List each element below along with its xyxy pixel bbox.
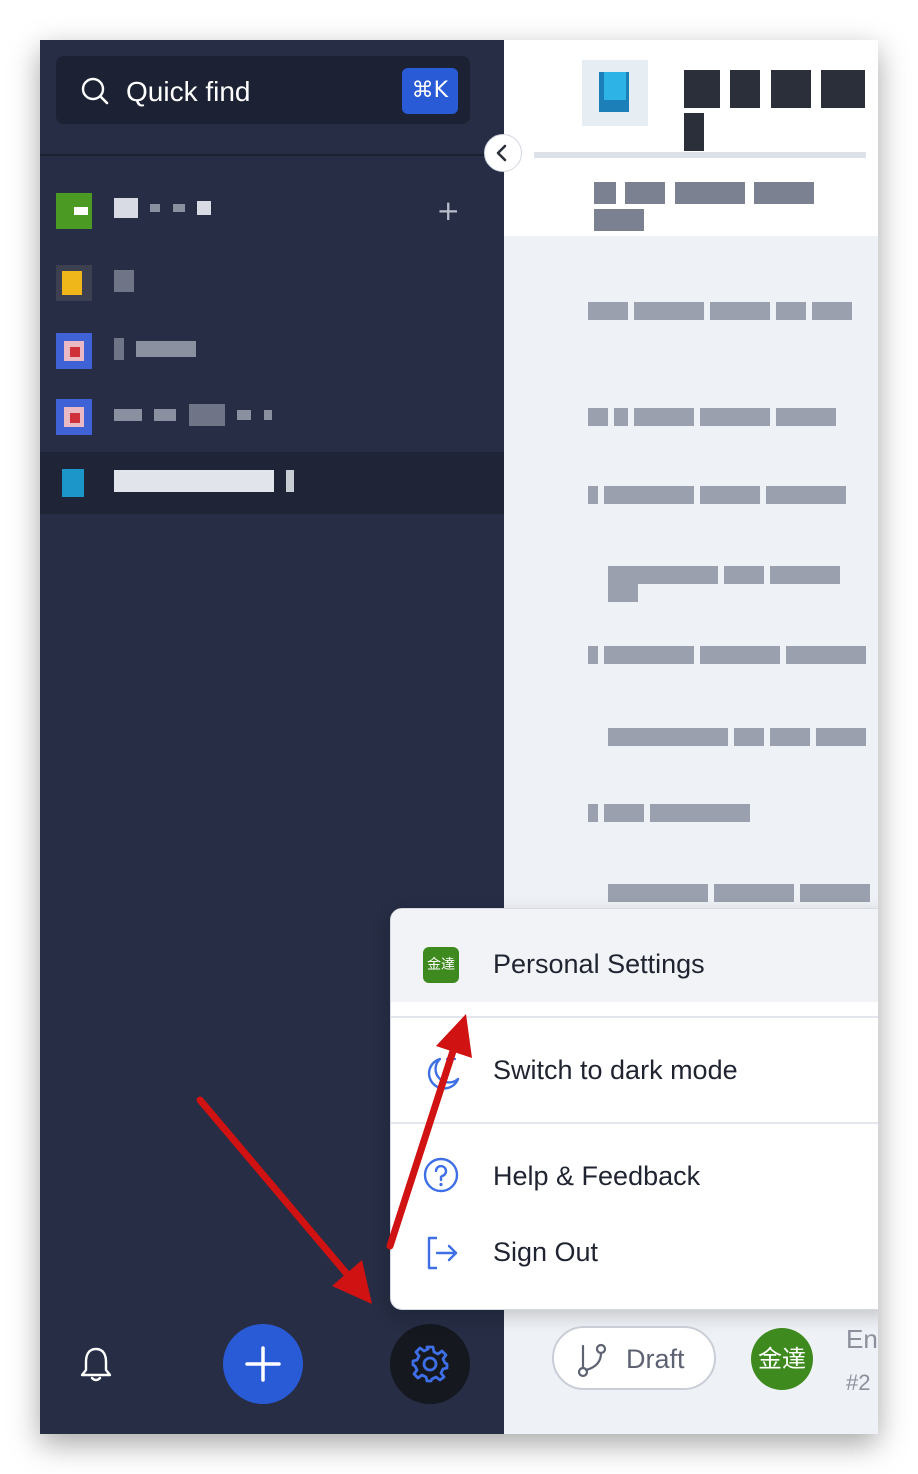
space-icon — [56, 465, 92, 501]
menu-divider — [391, 1122, 878, 1124]
question-circle-icon — [423, 1157, 459, 1193]
sidebar-item-space-2[interactable] — [40, 252, 504, 314]
app-window: Quick find ⌘K + 金達 Personal Settings Swi… — [40, 40, 878, 1434]
content-line-obscured — [608, 566, 878, 603]
content-line-obscured — [588, 804, 878, 824]
bell-icon[interactable] — [78, 1344, 114, 1384]
meta-text-line-2: #2 — [846, 1370, 871, 1395]
draft-label: Draft — [626, 1344, 685, 1374]
menu-item-personal-settings[interactable]: 金達 Personal Settings — [391, 909, 878, 1002]
quick-find-button[interactable]: Quick find ⌘K — [56, 56, 470, 124]
plus-icon[interactable]: + — [437, 197, 460, 225]
page-title-obscured — [684, 70, 878, 151]
settings-button[interactable] — [390, 1324, 470, 1404]
dark-mode-label: Switch to dark mode — [493, 1055, 738, 1085]
add-icon — [245, 1346, 281, 1382]
menu-item-dark-mode[interactable]: Switch to dark mode — [391, 1029, 878, 1125]
add-button[interactable] — [223, 1324, 303, 1404]
space-name-obscured — [114, 198, 374, 222]
gear-icon — [411, 1345, 449, 1383]
sidebar-item-space-5-active[interactable] — [40, 452, 504, 514]
sign-out-label: Sign Out — [493, 1237, 599, 1267]
page-header — [504, 40, 878, 236]
meta-text-line-1: En — [846, 1324, 878, 1354]
shortcut-badge: ⌘K — [401, 68, 458, 114]
content-line-obscured — [608, 728, 878, 748]
content-line-obscured — [608, 884, 878, 904]
menu-item-help[interactable]: Help & Feedback — [391, 1135, 878, 1211]
personal-settings-label: Personal Settings — [493, 949, 705, 979]
sidebar-item-space-4[interactable] — [40, 386, 504, 448]
space-name-obscured — [114, 404, 374, 428]
sidebar-divider — [40, 154, 504, 156]
sign-out-icon — [427, 1236, 458, 1270]
space-icon — [56, 399, 92, 435]
space-name-obscured — [114, 338, 374, 362]
menu-divider — [391, 1016, 878, 1018]
content-line-obscured — [588, 646, 878, 666]
book-icon — [582, 60, 648, 126]
menu-item-sign-out[interactable]: Sign Out — [391, 1211, 878, 1291]
quick-find-label: Quick find — [126, 76, 251, 107]
content-line-obscured — [588, 486, 878, 506]
sidebar-item-space-1[interactable]: + — [40, 180, 504, 242]
personal-avatar: 金達 — [423, 947, 459, 983]
sidebar-item-space-3[interactable] — [40, 320, 504, 382]
chevron-left-icon — [496, 144, 507, 162]
avatar[interactable]: 金達 — [751, 1328, 813, 1390]
space-name-obscured — [114, 470, 374, 494]
search-icon — [81, 77, 109, 105]
collapse-sidebar-button[interactable] — [484, 134, 522, 172]
space-icon — [56, 193, 92, 229]
space-name-obscured — [114, 270, 374, 294]
moon-icon — [427, 1053, 460, 1090]
page-subtitle-obscured — [594, 182, 874, 231]
space-icon — [56, 333, 92, 369]
help-label: Help & Feedback — [493, 1161, 701, 1191]
settings-menu: 金達 Personal Settings Switch to dark mode… — [390, 908, 878, 1310]
content-line-obscured — [588, 302, 878, 322]
space-icon — [56, 265, 92, 301]
content-line-obscured — [588, 408, 878, 428]
header-divider — [534, 152, 866, 158]
draft-button[interactable]: Draft — [552, 1326, 716, 1390]
branch-icon — [577, 1343, 607, 1378]
